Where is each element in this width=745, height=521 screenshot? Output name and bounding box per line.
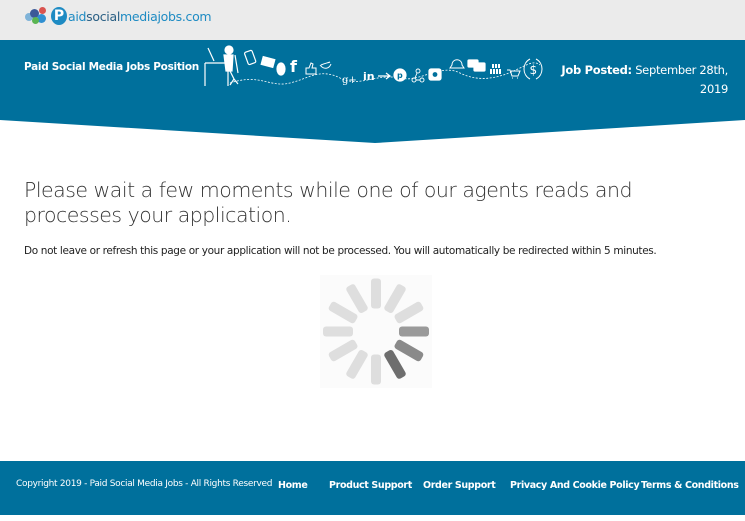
- svg-text:$: $: [530, 63, 538, 77]
- job-posted-date-line1: September 28th,: [635, 63, 728, 77]
- facebook-icon: f: [290, 57, 298, 76]
- pinterest-icon: p: [393, 68, 407, 82]
- social-bubbles-icon: [25, 7, 53, 25]
- chat-bubbles-icon: [467, 59, 486, 72]
- footer-link-order-support[interactable]: Order Support: [423, 480, 496, 491]
- laptop-icon: [260, 55, 276, 69]
- logo-text-part: mediajobs.com: [120, 8, 212, 24]
- people-group-icon: [490, 64, 501, 74]
- spinner-bar: [328, 301, 358, 324]
- copyright-text: Copyright 2019 - Paid Social Media Jobs …: [16, 479, 273, 489]
- footer-link-terms-conditions[interactable]: Terms & Conditions: [641, 480, 739, 491]
- redirect-notice: Do not leave or refresh this page or you…: [24, 245, 657, 257]
- loading-spinner: [320, 275, 432, 388]
- svg-text:p: p: [397, 71, 403, 80]
- spinner-bar: [384, 284, 406, 313]
- mouse-icon: [276, 62, 286, 76]
- footer: Copyright 2019 - Paid Social Media Jobs …: [0, 461, 745, 515]
- job-posted-date-line2: 2019: [699, 82, 728, 96]
- main-content: Please wait a few moments while one of o…: [24, 178, 724, 257]
- spinner-bar: [371, 354, 381, 385]
- logo-text-part: aid: [68, 8, 87, 24]
- twitter-icon: [319, 61, 332, 69]
- spinner-bar: [394, 339, 424, 362]
- thumbs-up-icon: [305, 62, 317, 75]
- spinner-bar: [384, 350, 406, 379]
- arrow-icon: [378, 72, 391, 80]
- smartphone-icon: [244, 49, 257, 66]
- google-plus-icon: g+: [342, 75, 357, 86]
- header-banner: Paid Social Media Jobs Position f g+ in: [0, 40, 745, 144]
- spinner-icon: [323, 278, 429, 385]
- spinner-bar: [346, 350, 368, 379]
- footer-link-product-support[interactable]: Product Support: [329, 480, 412, 491]
- top-bar: P aidsocialmediajobs.com: [0, 0, 745, 40]
- logo-text-part: social: [86, 8, 121, 24]
- processing-headline: Please wait a few moments while one of o…: [24, 178, 632, 227]
- spinner-bar: [328, 339, 358, 362]
- dollar-cycle-icon: $: [523, 58, 543, 80]
- logo-text: aidsocialmediajobs.com: [68, 8, 212, 24]
- shopping-cart-icon: [507, 69, 521, 79]
- spinner-bar: [399, 326, 429, 337]
- job-posted-label: Job Posted:: [561, 63, 632, 77]
- job-posted-date: Job Posted: September 28th, 2019: [548, 61, 728, 99]
- spinner-bar: [371, 278, 381, 309]
- spinner-bar: [346, 284, 368, 313]
- linkedin-icon: in: [363, 70, 375, 83]
- bell-icon: [449, 59, 465, 69]
- footer-link-privacy-cookie-policy[interactable]: Privacy And Cookie Policy: [510, 480, 640, 491]
- social-media-icon-strip: f g+ in p $: [204, 45, 543, 86]
- site-logo[interactable]: P aidsocialmediajobs.com: [25, 7, 212, 25]
- logo-letter: P: [51, 7, 67, 25]
- footer-link-home[interactable]: Home: [278, 480, 308, 491]
- person-at-desk-icon: [204, 45, 239, 86]
- instagram-icon: [428, 68, 442, 81]
- job-position-title: Paid Social Media Jobs Position: [24, 61, 199, 73]
- spinner-bar: [394, 301, 424, 324]
- spinner-bar: [323, 326, 353, 337]
- share-icon: [411, 68, 425, 83]
